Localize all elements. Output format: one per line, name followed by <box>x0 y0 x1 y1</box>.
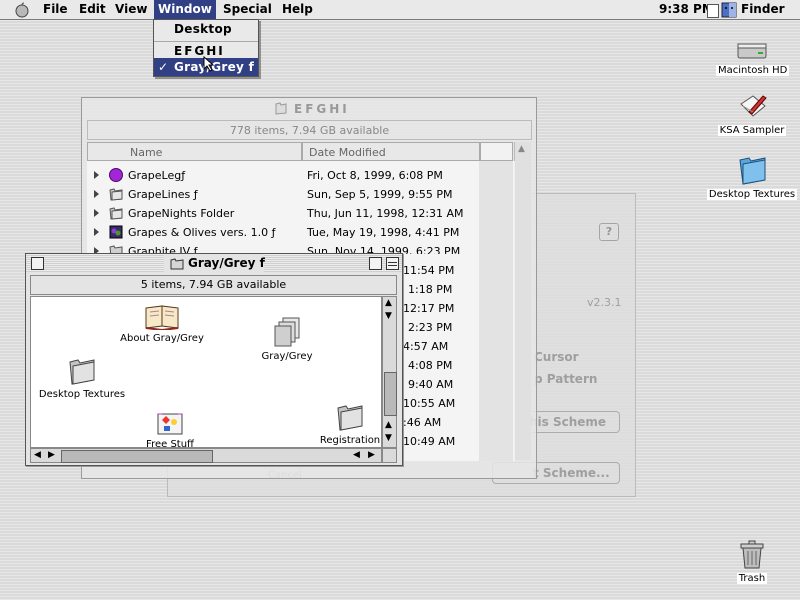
version-label: v2.3.1 <box>587 296 622 309</box>
icon-desktop-textures[interactable]: Desktop Textures <box>36 356 128 400</box>
stacked-pages-icon <box>274 317 300 347</box>
desktop-icon-ksa-sampler[interactable]: KSA Sampler <box>716 92 788 136</box>
disclosure-triangle-icon[interactable] <box>94 190 99 198</box>
folder-title-icon <box>275 102 287 115</box>
folder-icon <box>109 207 123 220</box>
efghi-title: EFGHI <box>294 102 350 116</box>
window-menu-item-desktop[interactable]: Desktop <box>154 20 258 38</box>
list-item-grapes-olives[interactable]: Grapes & Olives vers. 1.0 ƒ Tue, May 19,… <box>88 223 478 242</box>
scroll-up-arrow-icon[interactable]: ▲ <box>385 420 392 430</box>
disclosure-triangle-icon[interactable] <box>94 209 99 217</box>
menu-bar: File Edit View Window Special Help 9:38 … <box>0 0 800 20</box>
scroll-down-arrow-icon[interactable]: ▼ <box>385 433 392 443</box>
window-menu-dropdown: Desktop EFGHI ✓ Gray/Grey f <box>153 19 259 77</box>
close-box-icon[interactable] <box>31 257 44 270</box>
pattern-label: p Pattern <box>534 372 598 386</box>
desktop-icon-trash[interactable]: Trash <box>726 538 778 584</box>
vertical-scrollbar[interactable]: ▲ ▼ ▲ ▼ <box>382 296 397 448</box>
menu-edit[interactable]: Edit <box>75 0 110 19</box>
folder-title-icon <box>170 258 184 270</box>
desktop-icon-macintosh-hd[interactable]: Macintosh HD <box>716 40 790 76</box>
cursor-label: Cursor <box>534 350 579 364</box>
icon-free-stuff[interactable]: Free Stuff <box>138 412 202 450</box>
help-button[interactable]: ? <box>599 223 619 241</box>
trash-icon <box>740 540 764 569</box>
control-strip-icon[interactable] <box>707 4 719 18</box>
list-item-grapeleg[interactable]: GrapeLegƒ Fri, Oct 8, 1999, 6:08 PM <box>88 166 478 185</box>
menu-help[interactable]: Help <box>278 0 317 19</box>
scroll-left-arrow-icon[interactable]: ◀ <box>353 450 360 460</box>
gray-grey-title-bar[interactable]: Gray/Grey f <box>26 254 402 272</box>
scroll-up-arrow-icon[interactable]: ▲ <box>518 144 525 154</box>
resize-grip-icon[interactable] <box>382 448 397 463</box>
column-header-name[interactable]: Name <box>87 142 302 161</box>
colorful-doc-icon <box>157 413 183 435</box>
folder-icon <box>69 359 95 385</box>
efghi-vertical-scrollbar[interactable]: ▲ <box>514 142 531 460</box>
column-header-date[interactable]: Date Modified <box>302 142 480 161</box>
scroll-left-arrow-icon[interactable]: ◀ <box>34 450 41 460</box>
mouse-cursor-icon <box>203 56 215 72</box>
horizontal-scroll-thumb[interactable] <box>61 450 213 463</box>
icon-gray-grey[interactable]: Gray/Grey <box>254 316 320 362</box>
purple-circle-icon <box>109 168 123 182</box>
disclosure-triangle-icon[interactable] <box>94 228 99 236</box>
list-item-grapelines[interactable]: GrapeLines ƒ Sun, Sep 5, 1999, 9:55 PM <box>88 185 478 204</box>
document-pen-icon <box>740 95 767 117</box>
icon-about-gray-grey[interactable]: About Gray/Grey <box>114 302 210 344</box>
gray-grey-info-bar: 5 items, 7.94 GB available <box>30 275 397 295</box>
check-mark-icon: ✓ <box>158 60 169 74</box>
efghi-date-column-overflow: 11:54 PM 1:18 PM 12:17 PM 2:23 PM 4:57 A… <box>403 264 456 448</box>
book-icon <box>145 305 179 332</box>
finder-icon[interactable] <box>721 2 737 18</box>
collapse-box-icon[interactable] <box>386 257 399 270</box>
disclosure-triangle-icon[interactable] <box>94 171 99 179</box>
folder-icon <box>109 188 123 201</box>
gray-grey-title: Gray/Grey f <box>188 256 265 270</box>
vertical-scroll-thumb[interactable] <box>384 372 397 416</box>
desktop-icon-desktop-textures[interactable]: Desktop Textures <box>706 154 798 200</box>
scroll-right-arrow-icon[interactable]: ▶ <box>48 450 55 460</box>
list-item-grapenights[interactable]: GrapeNights Folder Thu, Jun 11, 1998, 12… <box>88 204 478 223</box>
efghi-info-bar: 778 items, 7.94 GB available <box>87 120 532 140</box>
menu-view[interactable]: View <box>111 0 151 19</box>
scroll-up-arrow-icon[interactable]: ▲ <box>385 298 392 308</box>
menu-special[interactable]: Special <box>219 0 276 19</box>
scroll-down-arrow-icon[interactable]: ▼ <box>385 311 392 321</box>
gray-grey-window: Gray/Grey f 5 items, 7.94 GB available ▲… <box>25 253 403 466</box>
folder-icon <box>337 405 363 431</box>
zoom-box-icon[interactable] <box>369 257 382 270</box>
menu-window[interactable]: Window <box>154 0 216 19</box>
horizontal-scrollbar[interactable]: ◀ ▶ ◀ ▶ <box>30 448 382 463</box>
scroll-right-arrow-icon[interactable]: ▶ <box>368 450 375 460</box>
efghi-title-bar[interactable]: EFGHI <box>82 98 536 118</box>
column-sort-shading <box>479 161 513 461</box>
folder-icon <box>739 157 766 185</box>
column-header-empty[interactable] <box>480 142 513 161</box>
hard-disk-icon <box>737 43 767 59</box>
icon-registration[interactable]: Registration <box>316 402 384 446</box>
app-icon <box>109 225 123 239</box>
menu-file[interactable]: File <box>39 0 72 19</box>
apple-menu-icon[interactable] <box>14 2 30 18</box>
app-menu-finder[interactable]: Finder <box>737 0 789 19</box>
